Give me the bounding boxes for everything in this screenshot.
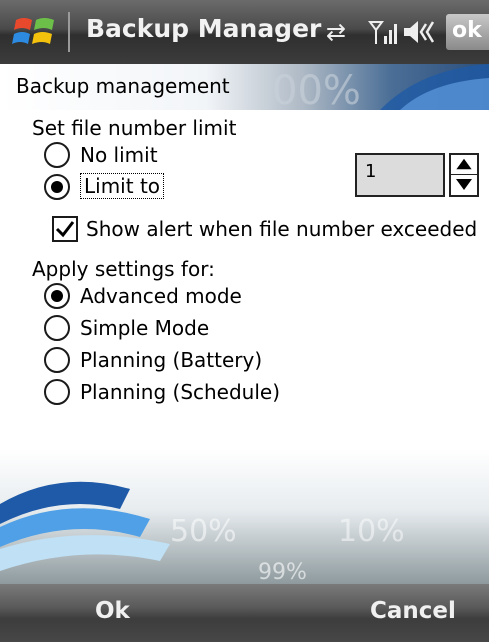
- footer-decoration-art: 50% 10% 99%: [0, 449, 489, 584]
- apply-settings-label: Apply settings for:: [32, 257, 215, 281]
- limit-to-radio[interactable]: [44, 174, 70, 200]
- windows-start-icon[interactable]: [12, 12, 58, 52]
- advanced-mode-radio[interactable]: [44, 283, 70, 309]
- limit-to-label[interactable]: Limit to: [80, 173, 165, 199]
- advanced-mode-label[interactable]: Advanced mode: [80, 284, 242, 308]
- show-alert-label[interactable]: Show alert when file number exceeded: [86, 217, 477, 241]
- simple-mode-radio[interactable]: [44, 315, 70, 341]
- svg-text:10%: 10%: [338, 514, 405, 549]
- cancel-softkey[interactable]: Cancel: [370, 598, 456, 624]
- svg-text:00%: 00%: [272, 68, 361, 110]
- planning-schedule-radio[interactable]: [44, 379, 70, 405]
- spin-down-icon[interactable]: [451, 175, 477, 195]
- title-separator: [68, 12, 70, 52]
- planning-schedule-label[interactable]: Planning (Schedule): [80, 380, 280, 404]
- no-limit-label[interactable]: No limit: [80, 143, 158, 167]
- svg-text:99%: 99%: [258, 560, 307, 584]
- page-title: Backup management: [16, 74, 230, 98]
- checkmark-icon: [55, 221, 75, 238]
- window-title: Backup Manager: [86, 14, 322, 43]
- svg-text:50%: 50%: [170, 514, 237, 549]
- limit-value-input[interactable]: 1: [355, 153, 445, 197]
- content-area: 00% Backup management Set file number li…: [0, 64, 489, 584]
- title-ok-button[interactable]: ok: [446, 14, 489, 50]
- spin-up-icon[interactable]: [451, 155, 477, 175]
- show-alert-checkbox[interactable]: [52, 216, 78, 242]
- simple-mode-label[interactable]: Simple Mode: [80, 316, 209, 340]
- title-bar: Backup Manager ⇄ ok: [0, 0, 489, 64]
- softkey-bar: Ok Cancel: [0, 584, 489, 642]
- planning-battery-radio[interactable]: [44, 347, 70, 373]
- connectivity-icon[interactable]: ⇄: [326, 18, 346, 46]
- file-limit-label: Set file number limit: [32, 116, 237, 140]
- volume-icon[interactable]: [402, 18, 438, 52]
- planning-battery-label[interactable]: Planning (Battery): [80, 348, 262, 372]
- limit-spinner[interactable]: [449, 153, 479, 197]
- no-limit-radio[interactable]: [44, 142, 70, 168]
- signal-icon[interactable]: [368, 18, 398, 52]
- ok-softkey[interactable]: Ok: [95, 598, 130, 624]
- limit-to-text: Limit to: [80, 173, 165, 199]
